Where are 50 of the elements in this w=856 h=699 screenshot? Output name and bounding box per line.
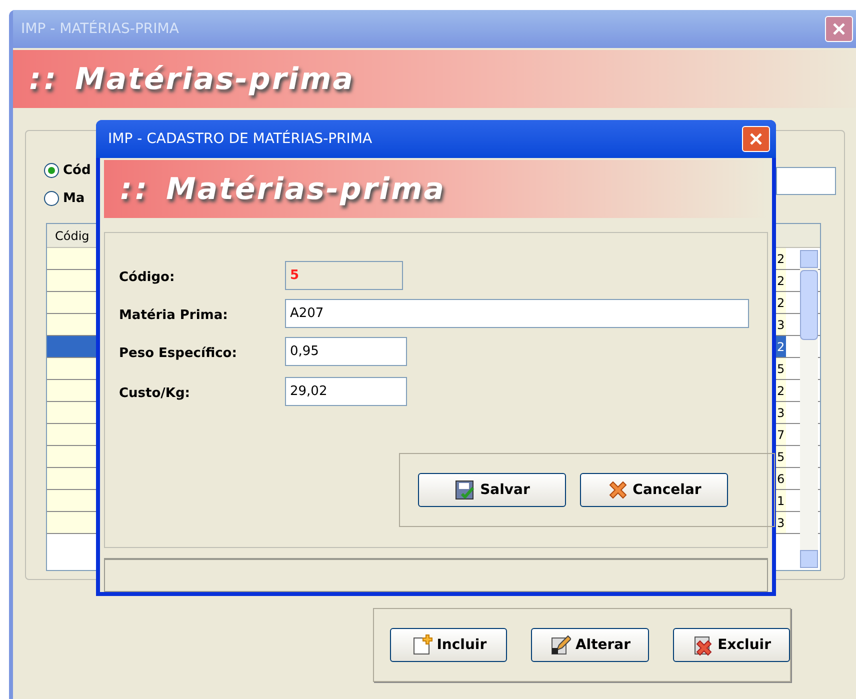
column-header: Códig [55, 228, 90, 244]
input-field[interactable]: 29,02 [285, 377, 407, 406]
save-button[interactable]: Salvar [418, 473, 566, 507]
banner-marker: :: [29, 60, 59, 98]
table-cell-text: 3 [777, 405, 786, 422]
field-label: Código: [119, 269, 175, 287]
table-cell-text: 5 [777, 449, 786, 466]
close-button[interactable] [825, 16, 853, 42]
close-icon [832, 22, 846, 36]
add-button[interactable]: Incluir [390, 628, 508, 662]
input-field: 5 [285, 261, 403, 290]
scroll-down-button[interactable] [800, 550, 818, 568]
radio-button[interactable] [44, 163, 59, 178]
scroll-up-button[interactable] [800, 250, 818, 268]
search-field[interactable] [776, 167, 836, 195]
pencil-page-icon [549, 634, 572, 656]
field-label: Peso Específico: [119, 345, 237, 363]
close-button[interactable] [742, 126, 770, 152]
banner-marker: :: [120, 170, 150, 208]
table-cell-text: 2 [777, 251, 786, 268]
table-cell-text: 2 [777, 339, 786, 356]
close-icon [749, 132, 763, 146]
radio-label: Cód [63, 162, 91, 180]
delete-button[interactable]: Excluir [672, 628, 790, 662]
table-cell-text: 3 [777, 515, 786, 532]
window-title: IMP - CADASTRO DE MATÉRIAS-PRIMA [108, 129, 372, 148]
table-cell-text: 1 [777, 493, 786, 510]
scroll-thumb[interactable] [800, 270, 818, 340]
field-label: Custo/Kg: [119, 385, 190, 403]
table-cell-text: 2 [777, 383, 786, 400]
radio-label: Ma [63, 190, 85, 208]
edit-button[interactable]: Alterar [531, 628, 649, 662]
table-cell-text: 6 [777, 471, 786, 488]
banner-title: Matérias-prima [75, 60, 354, 98]
input-field[interactable]: A207 [285, 299, 749, 328]
table-cell-text: 2 [777, 295, 786, 312]
page-plus-icon [410, 634, 433, 656]
page-x-icon [692, 634, 714, 656]
field-label: Matéria Prima: [119, 307, 228, 325]
save-check-icon [454, 479, 476, 501]
table-cell-text: 7 [777, 427, 786, 444]
radio-button[interactable] [44, 191, 59, 206]
table-cell-text: 2 [777, 273, 786, 290]
cancel-button[interactable]: Cancelar [580, 473, 728, 507]
banner-title: Matérias-prima [166, 170, 446, 208]
table-cell-text: 5 [777, 361, 786, 378]
input-field[interactable]: 0,95 [285, 337, 407, 366]
cancel-x-icon [606, 479, 629, 501]
table-cell-text: 3 [777, 317, 786, 334]
window-title: IMP - MATÉRIAS-PRIMA [21, 19, 179, 38]
